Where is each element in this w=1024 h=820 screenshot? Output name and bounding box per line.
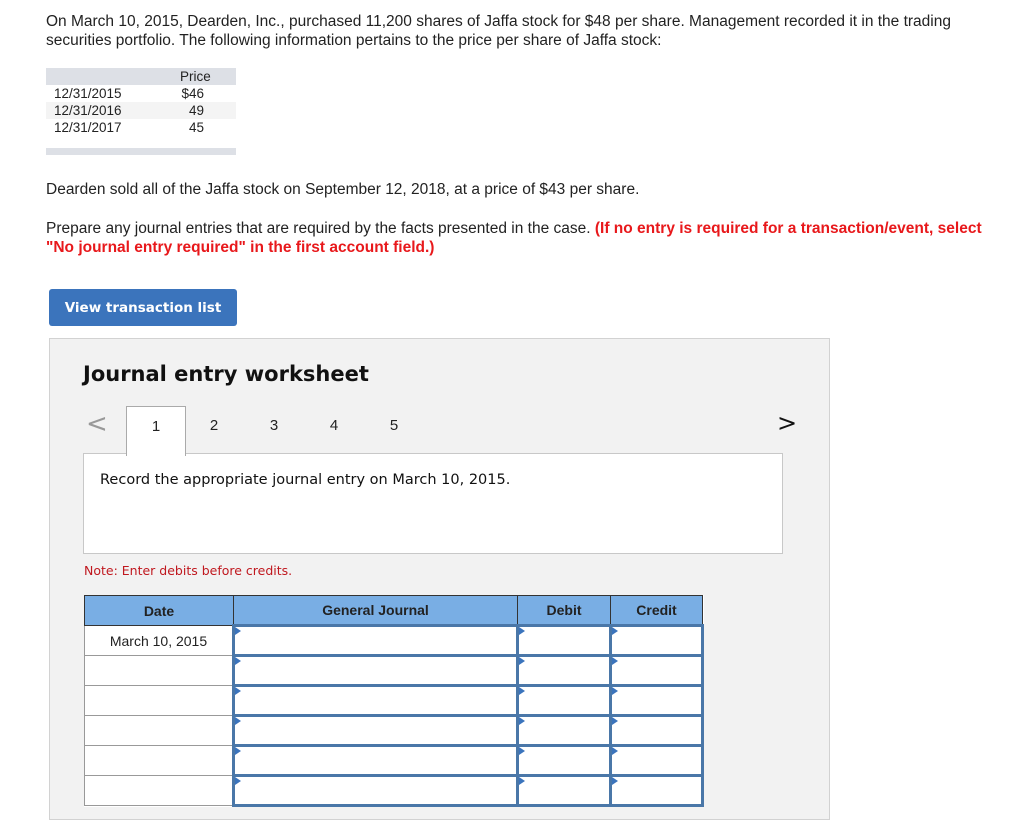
price-table-footer (46, 148, 236, 155)
tab-2[interactable]: 2 (185, 406, 243, 454)
debit-input[interactable] (519, 777, 609, 804)
account-input[interactable] (235, 747, 516, 774)
account-input[interactable] (235, 777, 516, 804)
price-table-header: Price (46, 68, 236, 85)
debit-input[interactable] (519, 717, 609, 744)
tab-5[interactable]: 5 (365, 406, 423, 454)
price-date: 12/31/2015 (54, 86, 122, 101)
account-cell[interactable] (232, 744, 519, 777)
header-debit: Debit (517, 595, 611, 626)
price-row: 12/31/2016 49 (46, 102, 236, 119)
problem-intro: On March 10, 2015, Dearden, Inc., purcha… (46, 13, 951, 49)
chevron-left-icon[interactable]: < (86, 409, 108, 439)
instruction-text: Record the appropriate journal entry on … (100, 472, 511, 488)
price-table: Price 12/31/2015 $46 12/31/2016 49 12/31… (46, 68, 236, 155)
tab-3[interactable]: 3 (245, 406, 303, 454)
account-input[interactable] (235, 717, 516, 744)
account-cell[interactable] (232, 624, 519, 657)
date-cell (84, 775, 234, 806)
credit-cell[interactable] (609, 684, 704, 717)
price-date: 12/31/2016 (54, 103, 122, 118)
credit-input[interactable] (612, 657, 701, 684)
table-row (84, 654, 704, 687)
table-row (84, 714, 704, 747)
debit-cell[interactable] (516, 744, 612, 777)
instruction-box: Record the appropriate journal entry on … (83, 453, 783, 554)
price-value: 45 (188, 120, 204, 135)
prepare-instructions: Prepare any journal entries that are req… (46, 219, 1006, 257)
credit-input[interactable] (612, 627, 701, 654)
tab-1[interactable]: 1 (126, 406, 186, 456)
header-credit: Credit (610, 595, 703, 626)
view-transaction-list-button[interactable]: View transaction list (49, 289, 237, 326)
credit-cell[interactable] (609, 654, 704, 687)
table-row: March 10, 2015 (84, 624, 704, 657)
chevron-right-icon[interactable]: > (777, 409, 797, 437)
date-cell (84, 685, 234, 716)
sale-text: Dearden sold all of the Jaffa stock on S… (46, 181, 640, 198)
account-input[interactable] (235, 687, 516, 714)
debit-cell[interactable] (516, 624, 612, 657)
price-value: $46 (181, 86, 204, 101)
debit-input[interactable] (519, 747, 609, 774)
table-row (84, 774, 704, 807)
account-cell[interactable] (232, 654, 519, 687)
date-cell (84, 745, 234, 776)
prepare-text: Prepare any journal entries that are req… (46, 220, 595, 237)
date-cell (84, 715, 234, 746)
tab-4[interactable]: 4 (305, 406, 363, 454)
account-cell[interactable] (232, 714, 519, 747)
price-row: 12/31/2015 $46 (46, 85, 236, 102)
credit-cell[interactable] (609, 714, 704, 747)
journal-header-row: Date General Journal Debit Credit (84, 595, 703, 626)
debit-input[interactable] (519, 687, 609, 714)
account-cell[interactable] (232, 684, 519, 717)
debit-input[interactable] (519, 627, 609, 654)
date-cell: March 10, 2015 (84, 625, 234, 656)
debit-cell[interactable] (516, 714, 612, 747)
header-general-journal: General Journal (233, 595, 518, 626)
account-input[interactable] (235, 627, 516, 654)
debit-cell[interactable] (516, 684, 612, 717)
debit-cell[interactable] (516, 654, 612, 687)
price-date: 12/31/2017 (54, 120, 122, 135)
account-input[interactable] (235, 657, 516, 684)
credit-input[interactable] (612, 777, 701, 804)
journal-worksheet-panel: Journal entry worksheet < 1 2 3 4 5 > Re… (49, 338, 830, 820)
credit-cell[interactable] (609, 774, 704, 807)
credit-input[interactable] (612, 717, 701, 744)
credit-input[interactable] (612, 747, 701, 774)
debit-cell[interactable] (516, 774, 612, 807)
credit-cell[interactable] (609, 744, 704, 777)
table-row (84, 744, 704, 777)
debit-input[interactable] (519, 657, 609, 684)
account-cell[interactable] (232, 774, 519, 807)
credit-cell[interactable] (609, 624, 704, 657)
worksheet-title: Journal entry worksheet (83, 362, 369, 386)
header-date: Date (84, 595, 234, 626)
price-row: 12/31/2017 45 (46, 119, 236, 136)
debits-note: Note: Enter debits before credits. (84, 563, 293, 578)
price-value: 49 (188, 103, 204, 118)
credit-input[interactable] (612, 687, 701, 714)
table-row (84, 684, 704, 717)
price-header: Price (180, 69, 211, 84)
journal-table: Date General Journal Debit Credit March … (84, 595, 704, 807)
date-cell (84, 655, 234, 686)
